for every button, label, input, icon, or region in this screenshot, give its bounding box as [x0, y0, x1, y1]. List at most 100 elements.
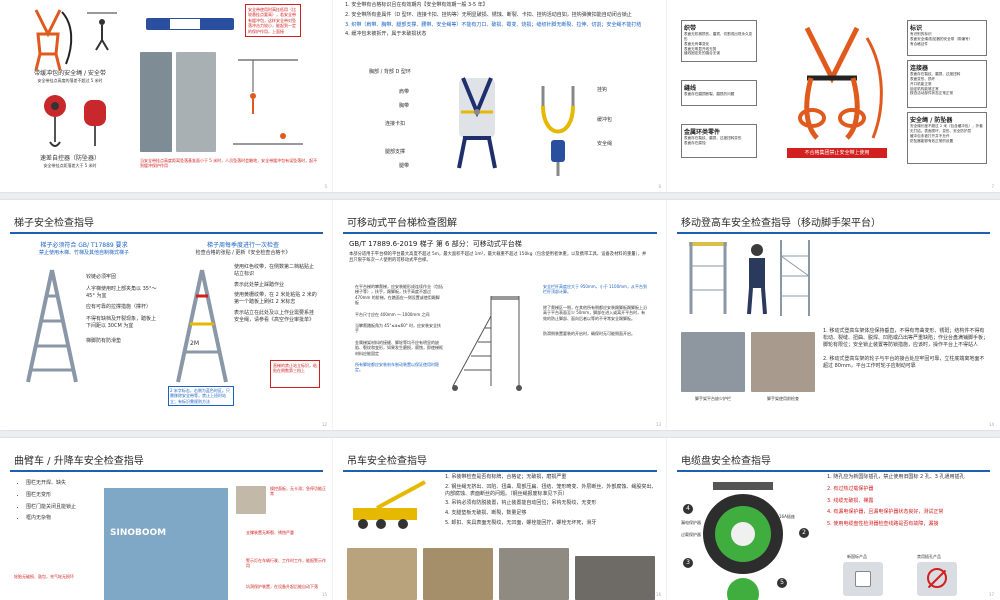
slide-title: 曲臂车 / 升降车安全检查指导: [14, 456, 144, 467]
check-item: 2. 安全带所有金属件（D 型环、连接卡扣、挂钩等）无明显破损、锈蚀、断裂、卡扣…: [345, 11, 632, 18]
label-leg-strap: 腿带: [399, 163, 410, 169]
check-item: 2. 有过热过载保护器: [827, 485, 874, 492]
marker-4: 4: [683, 504, 693, 514]
check-item: 1. 移动式登高车架体应保持垂直，不得有弯曲变形、锈斑；结构件不得有松动、裂缝、…: [823, 328, 989, 348]
right-subheader: 检查合格的张贴 / 更新《安全检查合格卡》: [195, 250, 291, 256]
wire-rope-photo-1: [347, 548, 417, 600]
photo-caption-1: 脚手架平台缺少护栏: [695, 396, 731, 401]
card-metal: 金属环类零件 表面存在裂纹、磨损、过度扭转变形 表面存在腐蚀: [681, 124, 757, 158]
legend-new-standard: 新国标产品: [847, 554, 867, 559]
marker-5: 5: [777, 578, 787, 588]
crane-check-list: 1. 吊装带检查是否有标牌，合格证；无破损，磨损严重 2. 钢丝绳无挤出、凹陷、…: [445, 474, 657, 530]
warning-banner: 不合格集团禁止安全带上使用: [787, 148, 887, 158]
page-number: 5: [324, 184, 327, 189]
slide-fall-arrest[interactable]: 带缓冲包的安全绳 / 安全带 安全带挂点高度的落差不超过 5 米时 速差自控器（…: [0, 0, 333, 192]
scaffold-photo-1: [681, 332, 745, 392]
wire-rope-photo-4: [575, 556, 655, 600]
reel-check-list: 1. 随孔应为新国际插孔，禁止使用旧国标 2 孔、3 孔通用插孔 2. 有过热过…: [827, 474, 989, 531]
slide-title: 可移动式平台梯检查图解: [347, 218, 457, 229]
slide-title: 移动登高车安全检查指导（移动脚手架平台）: [681, 218, 881, 229]
slide-ladder-inspection[interactable]: 梯子安全检查指导 梯子必须符合 GB/ T17889 要求 禁止使用木梯、竹梯及…: [0, 200, 333, 430]
slide-mobile-platform[interactable]: 可移动式平台梯检查图解 GB/T 17889.6-2019 梯子 第 6 部分：…: [333, 200, 667, 430]
ladder-footnote: 2 米字标志，右侧为蓝色时区。只需移除安全带等，禁止上班时站立；有标识需规则方法: [168, 386, 234, 407]
right-header: 梯子周每季度进行一次检查: [206, 242, 279, 249]
check-item: 5. 使用电缆盘性检测器检查线路是否有故障，漏接: [827, 521, 939, 527]
slide-mobile-scaffold[interactable]: 移动登高车安全检查指导（移动脚手架平台） 脚手架平台缺少护栏 脚手架使用前检查 …: [667, 200, 1000, 430]
slide-title: 吊车安全检查指导: [347, 456, 427, 467]
slide-title: 梯子安全检查指导: [14, 218, 94, 229]
title-bar-reel: [677, 470, 990, 472]
a-frame-ladder-illustration: [26, 269, 78, 383]
ladder-notes-left: 铰链必须牢固 人字梯使用时上部夹角以 35°～45° 为宜 应有可靠的拉撑措施（…: [86, 274, 157, 344]
worker-photo-1: [140, 52, 172, 152]
lift-callout-4: 坑洞保护装置，在设备升起后能自动下落: [246, 584, 318, 589]
label-hook: 挂钩: [597, 87, 608, 93]
left-subheader: 禁止使用木梯、竹梯及其他自制梯式梯子: [38, 250, 129, 256]
worker-photo-2: [176, 52, 216, 152]
label-d-ring: 胸部 / 背部 D 型环: [369, 69, 411, 75]
reel-callout-rcd: 漏电保护器: [681, 520, 701, 525]
page-number: 14: [988, 422, 994, 427]
check-item: 5. 卸扣、夹具表面无裂纹，无凹面，螺栓能回拧，螺栓无坏死，滑牙: [445, 519, 597, 526]
legend-old-standard: 禁用插孔产品: [917, 554, 941, 559]
label-absorber: 缓冲包: [597, 117, 613, 123]
page-number: 13: [655, 422, 661, 427]
standard-intro: 本部分适用于平台梯的平台最大高度不超过 5m，最大面积不超过 1m²，最大载重不…: [349, 252, 647, 263]
title-bar-scaffold: [677, 232, 990, 234]
wire-rope-photo-3: [499, 548, 569, 600]
marker-2: 2: [799, 528, 809, 538]
lanyard-caption: 带缓冲包的安全绳 / 安全带: [34, 70, 106, 77]
straight-ladder-note: 直梯的禁止站立标识，粘贴在倒数第三档上: [270, 360, 320, 388]
check-item: 框内无杂物: [26, 515, 110, 522]
scissor-lift-image: SINOBOOM: [104, 488, 228, 600]
slide-crane[interactable]: 吊车安全检查指导 1. 吊装带检查是否有标牌，合格证；无破损，磨损严重 2. 钢…: [333, 438, 667, 600]
card-webbing: 织带 表面无机械损伤、磨损、切割或出现永久变形 表面无有毒变化 表面无明显开线无剪缝…: [681, 20, 757, 62]
check-item: 围栏无变形: [26, 492, 110, 499]
lift-check-list: 围栏无开焊、缺失 围栏无变形 围栏门能关闭且能锁止 框内无杂物: [20, 480, 110, 522]
energy-absorber-illustration: [146, 18, 234, 30]
check-item: 1. 吊装带检查是否有标牌，合格证；无破损，磨损严重: [445, 474, 567, 480]
title-bar-ladder: [10, 232, 323, 234]
retractor-caption-sub: 安全带挂点距落差大于 5 米时: [43, 163, 97, 168]
lanyard-caption-sub: 安全带挂点高度的落差不超过 5 米时: [37, 78, 103, 83]
self-retracting-lifeline-illustration: [44, 95, 66, 147]
slide-harness-components[interactable]: 织带 表面无机械损伤、磨损、切割或出现永久变形 表面无有毒变化 表面无明显开线无剪缝…: [667, 0, 1000, 192]
marked-ladder-illustration: [176, 269, 228, 383]
check-item: 4. 有漏电保护器，且漏电保护器状态良好，测试正常: [827, 509, 944, 516]
photo-caption-2: 脚手架使用前检查: [767, 396, 799, 401]
platform-notes-left: 在平台梯的攀爬梯，应安装能形成连续作业（包括梯子等），扶手，踢脚板，扶手高度不超…: [355, 284, 443, 373]
platform-notes-right: 安全栏杆高度应大于 950mm，小于 1100mm，从平台到栏杆顶部计算。 除了…: [543, 284, 647, 336]
check-item: 2. 钢丝绳无挤出、凹陷、扭曲、局部压扁、扭结、笼形畸变、外层断丝、外部腐蚀、绳…: [445, 483, 657, 497]
lift-brand-label: SINOBOOM: [110, 528, 167, 538]
retractor-caption: 速差自控器（防坠器）: [39, 155, 100, 162]
marker-3: 3: [683, 558, 693, 568]
check-item: 4. 缓冲包未被拆开，属于未破损状态: [345, 31, 427, 38]
scaffold-tower-illustration: [780, 240, 810, 316]
ladder-2m-mark: 2M: [190, 340, 199, 347]
page-number: 15: [321, 592, 327, 597]
ladder-notes-right: 使用红色纹带，在侧数第二档粘贴止站立标识 表示此处禁止踩踏作业 使用黄栅纹带，在…: [234, 264, 317, 323]
slide-title: 电缆盘安全检查指导: [681, 456, 771, 467]
lanyard-diagram: [541, 86, 575, 176]
page-number: 17: [988, 592, 994, 597]
slide-harness-inspection[interactable]: 1. 安全带有合格标识且在有效期内【安全带有效期一般 3-5 年】 2. 安全带…: [333, 0, 667, 192]
slide-aerial-lift[interactable]: 曲臂车 / 升降车安全检查指导 围栏无开焊、缺失 围栏无变形 围栏门能关闭且能锁…: [0, 438, 333, 600]
slide-cable-reel[interactable]: 电缆盘安全检查指导 漏电保护器 过载保护器 16A插座 4 2 3 5 1. 随…: [667, 438, 1000, 600]
card-connector: 连接器 表面存在裂纹、磨损、过度扭转 表面变形、损坏 开口机能正常 锁定机构能够正常核…: [907, 60, 987, 108]
harness-check-list: 1. 安全带有合格标识且在有效期内【安全带有效期一般 3-5 年】 2. 安全带…: [345, 2, 657, 41]
lift-callout-1: 操控面板，无卡滞；急停功能正常: [270, 486, 326, 497]
scaffold-illustration-1: [689, 242, 727, 314]
check-item: 3. 线缆无破损、裸露: [827, 497, 874, 504]
wire-rope-photo-2: [423, 548, 493, 600]
check-item: 4. 支腿垫板无破损、断裂，数量足够: [445, 510, 527, 516]
fall-caption: 当安全带挂点高度距离坠落基准面小于 5 米时，人员坠落时会触地，安全带缓冲包有误…: [140, 158, 318, 169]
new-socket-icon: [843, 562, 883, 596]
label-rope: 安全绳: [597, 141, 613, 147]
platform-ladder-diagram: [452, 296, 522, 391]
retractor-unit-illustration: [84, 100, 106, 146]
check-item: 围栏门能关闭且能锁止: [26, 504, 110, 511]
check-item: 围栏无开焊、缺失: [26, 480, 110, 487]
page-number: 6: [658, 184, 661, 189]
card-lanyard: 安全绳 / 防坠器 安全绳长度不超过 2 米（包含缓冲包），外套无打结，表面损坏…: [907, 112, 987, 164]
label-leg-support: 腿部支撑: [385, 149, 406, 155]
